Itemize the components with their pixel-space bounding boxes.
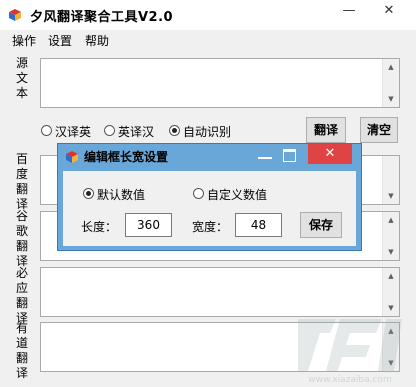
radio-default-value[interactable] <box>83 188 94 199</box>
close-window-button[interactable]: ✕ <box>372 0 406 22</box>
scroll-up-icon[interactable]: ▲ <box>383 212 399 228</box>
dialog-maximize-icon[interactable] <box>283 149 296 162</box>
dialog-title: 编辑框长宽设置 <box>84 150 169 164</box>
close-icon: ✕ <box>324 146 336 161</box>
radio-auto-detect[interactable] <box>169 125 180 136</box>
scroll-up-icon[interactable]: ▲ <box>383 59 399 75</box>
width-label: 宽度： <box>192 220 229 234</box>
source-scrollbar[interactable]: ▲ ▼ <box>382 59 399 107</box>
menu-operation[interactable]: 操作 <box>12 32 36 49</box>
radio-zh-en-label[interactable]: 汉译英 <box>55 123 91 140</box>
minimize-button[interactable]: — <box>332 0 366 22</box>
app-cube-icon <box>9 9 21 21</box>
source-text-area[interactable]: ▲ ▼ <box>40 58 400 108</box>
radio-en-zh-label[interactable]: 英译汉 <box>118 123 154 140</box>
clear-button[interactable]: 清空 <box>360 117 398 143</box>
dialog-close-button[interactable]: ✕ <box>308 144 352 164</box>
source-text-label: 源文本 <box>15 56 28 100</box>
radio-en-zh[interactable] <box>104 125 115 136</box>
radio-custom-value[interactable] <box>193 188 204 199</box>
radio-default-value-label[interactable]: 默认数值 <box>97 186 145 203</box>
width-input[interactable]: 48 <box>235 213 282 237</box>
scroll-up-icon[interactable]: ▲ <box>383 268 399 284</box>
watermark-logo-icon: www.xiazaiba.com <box>298 319 402 385</box>
radio-zh-en[interactable] <box>41 125 52 136</box>
scroll-down-icon[interactable]: ▼ <box>383 91 399 107</box>
watermark-text: www.xiazaiba.com <box>308 375 392 385</box>
translate-button[interactable]: 翻译 <box>306 117 346 143</box>
youdao-label: 有道翻译 <box>15 321 28 380</box>
baidu-label: 百度翻译 <box>15 152 28 211</box>
dialog-cube-icon <box>66 151 78 163</box>
save-button[interactable]: 保存 <box>300 212 342 238</box>
dialog-minimize-icon[interactable] <box>258 157 272 159</box>
length-label: 长度： <box>81 220 118 234</box>
menu-settings[interactable]: 设置 <box>48 32 72 49</box>
window-title: 夕风翻译聚合工具V2.0 <box>30 10 174 25</box>
scroll-down-icon[interactable]: ▼ <box>383 244 399 260</box>
google-scrollbar[interactable]: ▲ ▼ <box>382 212 399 260</box>
google-label: 谷歌翻译 <box>15 209 28 268</box>
radio-custom-value-label[interactable]: 自定义数值 <box>207 186 267 203</box>
length-input[interactable]: 360 <box>125 213 172 237</box>
radio-auto-detect-label[interactable]: 自动识别 <box>183 123 231 140</box>
size-settings-dialog: 编辑框长宽设置 ✕ 默认数值 自定义数值 长度： 360 宽度： 48 保存 <box>57 143 362 251</box>
scroll-down-icon[interactable]: ▼ <box>383 188 399 204</box>
close-icon: ✕ <box>383 3 395 18</box>
bing-label: 必应翻译 <box>15 266 28 325</box>
minimize-icon: — <box>342 3 356 18</box>
menu-help[interactable]: 帮助 <box>85 32 109 49</box>
dialog-body: 默认数值 自定义数值 长度： 360 宽度： 48 保存 <box>63 171 356 246</box>
baidu-scrollbar[interactable]: ▼ <box>382 156 399 204</box>
